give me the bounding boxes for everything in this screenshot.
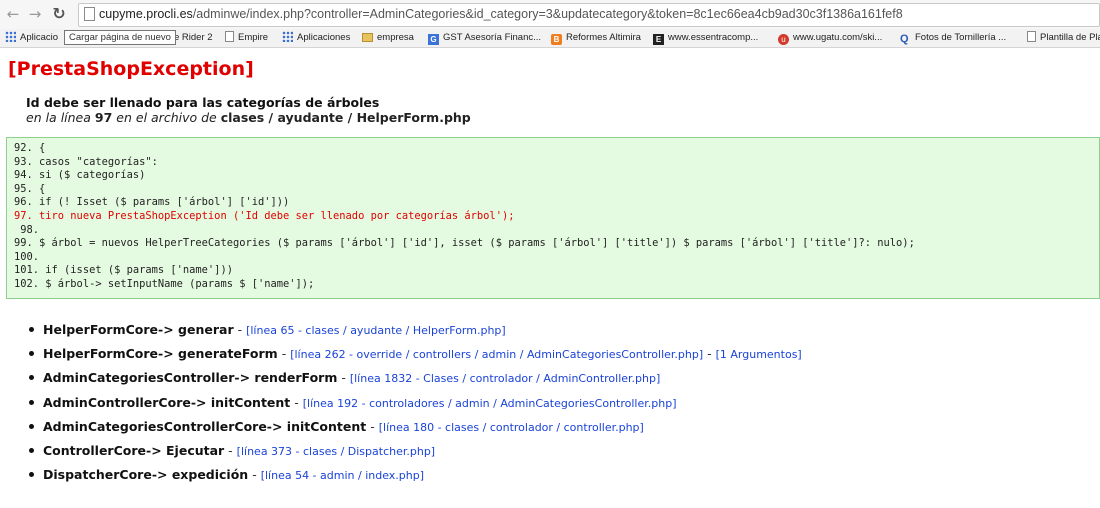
u-logo-icon: u bbox=[778, 34, 789, 45]
trace-separator: - bbox=[366, 418, 379, 434]
code-line: 95. { bbox=[14, 182, 46, 195]
reload-icon[interactable]: ↻ bbox=[50, 5, 68, 23]
bookmark-gst[interactable]: G GST Asesoría Financ... bbox=[428, 31, 541, 45]
trace-item: AdminControllerCore-> initContent - [lín… bbox=[28, 395, 802, 419]
trace-arguments-link[interactable]: [1 Argumentos] bbox=[716, 348, 802, 361]
trace-separator: - bbox=[337, 370, 350, 386]
code-line: 92. { bbox=[14, 142, 46, 154]
code-line: 99. $ árbol = nuevos HelperTreeCategorie… bbox=[14, 237, 915, 250]
bookmark-fotos[interactable]: Q Fotos de Tornillería ... bbox=[900, 31, 1006, 45]
folder-icon bbox=[362, 33, 373, 42]
error-message: Id debe ser llenado para las categorías … bbox=[26, 95, 471, 125]
trace-location-link[interactable]: [línea 262 - override / controllers / ad… bbox=[290, 348, 703, 361]
page-title: [PrestaShopException] bbox=[8, 58, 254, 80]
trace-item: HelperFormCore-> generateForm - [línea 2… bbox=[28, 346, 802, 370]
trace-location-link[interactable]: [línea 373 - clases / Dispatcher.php] bbox=[237, 445, 435, 458]
trace-function: AdminControllerCore-> initContent bbox=[43, 394, 291, 410]
error-file: clases / ayudante / HelperForm.php bbox=[220, 110, 471, 125]
trace-function: AdminCategoriesController-> renderForm bbox=[43, 370, 338, 386]
code-excerpt: 92. {93. casos "categorías": 94. si ($ ca… bbox=[6, 137, 1100, 299]
trace-item: ControllerCore-> Ejecutar - [línea 373 -… bbox=[28, 443, 802, 467]
error-location: en la línea 97 en el archivo de clases /… bbox=[26, 110, 471, 125]
error-text: Id debe ser llenado para las categorías … bbox=[26, 95, 380, 110]
page-icon bbox=[225, 31, 234, 42]
trace-function: ControllerCore-> Ejecutar bbox=[43, 442, 225, 458]
back-arrow-icon[interactable]: ← bbox=[4, 5, 22, 23]
bookmark-plantilla[interactable]: Plantilla de Pla bbox=[1027, 31, 1100, 45]
url-path: /adminwe/index.php?controller=AdminCateg… bbox=[192, 7, 903, 21]
trace-separator: - bbox=[703, 346, 716, 362]
trace-separator: - bbox=[248, 467, 261, 483]
trace-location-link[interactable]: [línea 54 - admin / index.php] bbox=[261, 469, 424, 482]
code-line: 93. casos "categorías": bbox=[14, 155, 158, 168]
trace-item: DispatcherCore-> expedición - [línea 54 … bbox=[28, 467, 802, 491]
bookmark-ugatu[interactable]: u www.ugatu.com/ski... bbox=[778, 31, 882, 45]
trace-function: AdminCategoriesControllerCore-> initCont… bbox=[43, 418, 367, 434]
trace-item: AdminCategoriesControllerCore-> initCont… bbox=[28, 419, 802, 443]
browser-toolbar: ← → ↻ cupyme.procli.es/adminwe/index.php… bbox=[0, 0, 1100, 29]
code-line: 100. bbox=[14, 250, 40, 263]
trace-item: AdminCategoriesController-> renderForm -… bbox=[28, 370, 802, 394]
trace-function: HelperFormCore-> generar bbox=[43, 322, 234, 337]
page-icon bbox=[84, 7, 95, 21]
url-text[interactable]: cupyme.procli.es/adminwe/index.php?contr… bbox=[99, 7, 903, 21]
trace-separator: - bbox=[277, 346, 291, 362]
page-icon bbox=[1027, 31, 1036, 42]
code-line: 101. if (isset ($ params ['name'])) bbox=[14, 264, 233, 277]
address-bar[interactable]: cupyme.procli.es/adminwe/index.php?contr… bbox=[78, 3, 1100, 27]
trace-location-link[interactable]: [línea 65 - clases / ayudante / HelperFo… bbox=[246, 324, 506, 337]
code-line: 94. si ($ categorías) bbox=[14, 169, 146, 182]
code-line: 98. bbox=[14, 223, 40, 236]
trace-location-link[interactable]: [línea 180 - clases / controlador / cont… bbox=[379, 421, 644, 434]
bookmark-essentra[interactable]: Ewww.essentracomp... bbox=[653, 31, 758, 45]
stack-trace-list: HelperFormCore-> generar - [línea 65 - c… bbox=[28, 322, 802, 491]
e-logo-icon: E bbox=[653, 34, 664, 45]
code-line-error: 97. tiro nueva PrestaShopException ('Id … bbox=[14, 209, 515, 222]
bookmark-apps[interactable]: Aplicacio bbox=[5, 31, 58, 45]
forward-arrow-icon[interactable]: → bbox=[26, 5, 44, 23]
reload-tooltip: Cargar página de nuevo bbox=[64, 30, 176, 45]
trace-separator: - bbox=[224, 442, 237, 458]
url-host: cupyme.procli.es bbox=[99, 7, 193, 21]
trace-location-link[interactable]: [línea 1832 - Clases / controlador / Adm… bbox=[350, 372, 660, 385]
apps-grid-icon bbox=[5, 31, 16, 42]
trace-separator: - bbox=[290, 394, 303, 410]
code-line: 102. $ árbol-> setInputName (params $ ['… bbox=[14, 277, 315, 290]
trace-function: HelperFormCore-> generateForm bbox=[43, 346, 278, 362]
trace-function: DispatcherCore-> expedición bbox=[43, 467, 249, 483]
bookmark-rider[interactable]: e Rider 2 bbox=[174, 31, 213, 45]
trace-item: HelperFormCore-> generar - [línea 65 - c… bbox=[28, 322, 802, 346]
apps-grid-icon bbox=[282, 31, 293, 42]
bookmark-empresa[interactable]: empresa bbox=[362, 31, 414, 45]
trace-location-link[interactable]: [línea 192 - controladores / admin / Adm… bbox=[303, 397, 677, 410]
bookmark-reformes[interactable]: B Reformes Altimira bbox=[551, 31, 641, 45]
error-line-number: 97 bbox=[94, 110, 113, 125]
bookmark-empire[interactable]: Empire bbox=[225, 31, 268, 45]
code-line: 96. if (! Isset ($ params ['árbol'] ['id… bbox=[14, 196, 290, 209]
q-logo-icon: Q bbox=[900, 33, 909, 45]
trace-separator: - bbox=[233, 322, 247, 337]
g-logo-icon: G bbox=[428, 34, 439, 45]
bookmark-aplicaciones[interactable]: Aplicaciones bbox=[282, 31, 350, 45]
b-logo-icon: B bbox=[551, 34, 562, 45]
